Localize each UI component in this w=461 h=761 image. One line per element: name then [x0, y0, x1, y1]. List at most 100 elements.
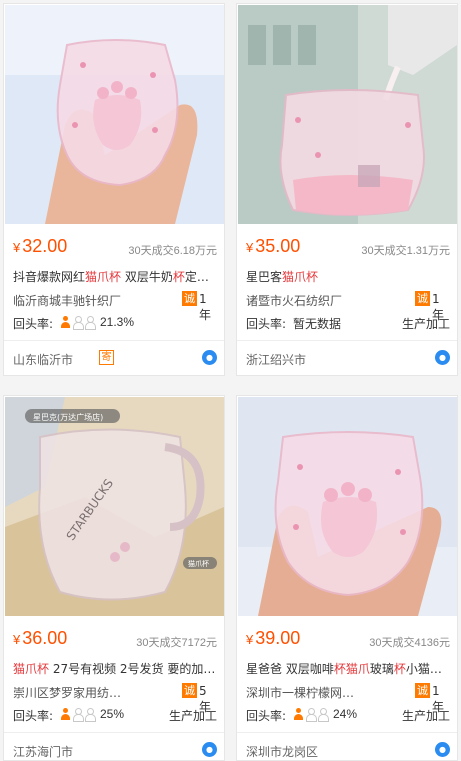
title-keyword: 猫爪杯: [85, 270, 122, 284]
repurchase-rate: 25%: [100, 707, 125, 721]
chengxin-icon: 诚: [415, 291, 430, 306]
repurchase-label: 回头率:: [246, 317, 287, 331]
sales-volume: 30天成交7172元: [136, 637, 217, 649]
repurchase-row: 回头率: 21.3%: [13, 314, 217, 332]
location: 山东临沂市: [13, 353, 74, 367]
repurchase-label: 回头率:: [13, 709, 54, 723]
product-grid: ¥32.00 30天成交6.18万元 抖音爆款网红猫爪杯 双层牛奶杯定… 临沂商…: [0, 0, 461, 761]
service-type: 生产加工: [401, 317, 450, 331]
svg-text:星巴克(万达广场店): 星巴克(万达广场店): [33, 412, 103, 422]
pouring-milk-cup-photo-icon: [238, 5, 457, 224]
shop-row: 崇川区梦罗家用纺… 诚 5年: [13, 683, 217, 714]
person-icon: [317, 708, 329, 722]
svg-text:猫爪杯: 猫爪杯: [188, 559, 209, 568]
title-text: 玻璃: [369, 662, 394, 676]
wangwang-chat-icon[interactable]: ●: [435, 350, 450, 365]
shipping-badge-icon: 寄: [99, 350, 114, 365]
location-row: 江苏海门市 ●: [13, 742, 217, 760]
repurchase-row: 回头率: 25% 生产加工: [13, 706, 217, 724]
product-card[interactable]: STARBUCKS 星巴克(万达广场店) 猫爪杯 ¥36.00 30天成交717…: [3, 395, 225, 761]
divider: [4, 340, 224, 341]
price-row: ¥35.00 30天成交1.31万元: [246, 236, 450, 258]
location-row: 深圳市龙岗区 ●: [246, 742, 450, 760]
product-card[interactable]: ¥32.00 30天成交6.18万元 抖音爆款网红猫爪杯 双层牛奶杯定… 临沂商…: [3, 3, 225, 376]
repurchase-level-icon: [60, 708, 96, 722]
location: 深圳市龙岗区: [246, 745, 319, 759]
sales-volume: 30天成交6.18万元: [128, 245, 217, 257]
title-keyword: 杯: [172, 270, 185, 284]
person-icon: [60, 316, 71, 328]
product-image[interactable]: [238, 397, 457, 616]
person-icon: [72, 708, 84, 722]
repurchase-rate: 21.3%: [100, 315, 135, 329]
wangwang-chat-icon[interactable]: ●: [435, 742, 450, 757]
price: ¥39.00: [246, 628, 301, 648]
price: ¥36.00: [13, 628, 68, 648]
chengxin-icon: 诚: [182, 683, 197, 698]
product-title[interactable]: 星巴客猫爪杯: [246, 268, 450, 286]
person-icon: [84, 316, 96, 330]
divider: [237, 340, 457, 341]
location: 江苏海门市: [13, 745, 74, 759]
price-row: ¥39.00 30天成交4136元: [246, 628, 450, 650]
product-image[interactable]: [238, 5, 457, 224]
service-type: 生产加工: [168, 709, 217, 723]
wangwang-chat-icon[interactable]: ●: [202, 350, 217, 365]
chengxin-icon: 诚: [415, 683, 430, 698]
title-keyword: 猫爪杯: [13, 662, 50, 676]
repurchase-row: 回头率: 暂无数据 生产加工: [246, 314, 450, 332]
title-keyword: 杯: [393, 662, 406, 676]
shop-row: 深圳市一棵柠檬网… 诚 1年: [246, 683, 450, 714]
title-text: 抖音爆款网红: [13, 270, 86, 284]
person-icon: [72, 316, 84, 330]
wangwang-chat-icon[interactable]: ●: [202, 742, 217, 757]
cat-paw-cup-photo-icon: [238, 397, 457, 616]
product-title[interactable]: 抖音爆款网红猫爪杯 双层牛奶杯定…: [13, 268, 217, 286]
shop-name[interactable]: 崇川区梦罗家用纺…: [13, 684, 163, 701]
person-icon: [305, 708, 317, 722]
shop-row: 诸暨市火石纺织厂 诚 1年: [246, 291, 450, 322]
price-row: ¥36.00 30天成交7172元: [13, 628, 217, 650]
repurchase-rate: 24%: [333, 707, 358, 721]
sales-volume: 30天成交1.31万元: [361, 245, 450, 257]
chengxin-icon: 诚: [182, 291, 197, 306]
divider: [4, 732, 224, 733]
title-text: 星巴客: [246, 270, 283, 284]
starbucks-cup-photo-icon: STARBUCKS 星巴克(万达广场店) 猫爪杯: [5, 397, 224, 616]
location-row: 山东临沂市 寄 ●: [13, 350, 217, 368]
person-icon: [293, 708, 304, 720]
repurchase-rate: 暂无数据: [293, 317, 342, 331]
shop-name[interactable]: 诸暨市火石纺织厂: [246, 292, 396, 309]
divider: [237, 732, 457, 733]
shop-name[interactable]: 深圳市一棵柠檬网…: [246, 684, 396, 701]
repurchase-label: 回头率:: [246, 709, 287, 723]
title-keyword: 杯猫爪: [333, 662, 370, 676]
title-text: 星爸爸 双层咖啡: [246, 662, 334, 676]
shop-row: 临沂商城丰驰针织厂 诚 1年: [13, 291, 217, 322]
repurchase-label: 回头率:: [13, 317, 54, 331]
price-row: ¥32.00 30天成交6.18万元: [13, 236, 217, 258]
product-title[interactable]: 星爸爸 双层咖啡杯猫爪玻璃杯小猫…: [246, 660, 450, 678]
cat-paw-cup-photo-icon: [5, 5, 224, 224]
product-image[interactable]: STARBUCKS 星巴克(万达广场店) 猫爪杯: [5, 397, 224, 616]
repurchase-level-icon: [60, 316, 96, 330]
repurchase-row: 回头率: 24% 生产加工: [246, 706, 450, 724]
product-card[interactable]: ¥35.00 30天成交1.31万元 星巴客猫爪杯 诸暨市火石纺织厂 诚 1年 …: [236, 3, 458, 376]
title-text: 小猫…: [405, 662, 442, 676]
title-text: 27号有视频 2号发货 要的加…: [49, 662, 216, 676]
price: ¥35.00: [246, 236, 301, 256]
price: ¥32.00: [13, 236, 68, 256]
product-card[interactable]: ¥39.00 30天成交4136元 星爸爸 双层咖啡杯猫爪玻璃杯小猫… 深圳市一…: [236, 395, 458, 761]
service-type: 生产加工: [401, 709, 450, 723]
location-row: 浙江绍兴市 ●: [246, 350, 450, 368]
title-keyword: 猫爪杯: [282, 270, 319, 284]
title-text: 定…: [184, 270, 209, 284]
shop-name[interactable]: 临沂商城丰驰针织厂: [13, 292, 163, 309]
title-text: 双层牛奶: [121, 270, 173, 284]
location: 浙江绍兴市: [246, 353, 307, 367]
product-title[interactable]: 猫爪杯 27号有视频 2号发货 要的加…: [13, 660, 217, 678]
person-icon: [84, 708, 96, 722]
product-image[interactable]: [5, 5, 224, 224]
sales-volume: 30天成交4136元: [369, 637, 450, 649]
person-icon: [60, 708, 71, 720]
